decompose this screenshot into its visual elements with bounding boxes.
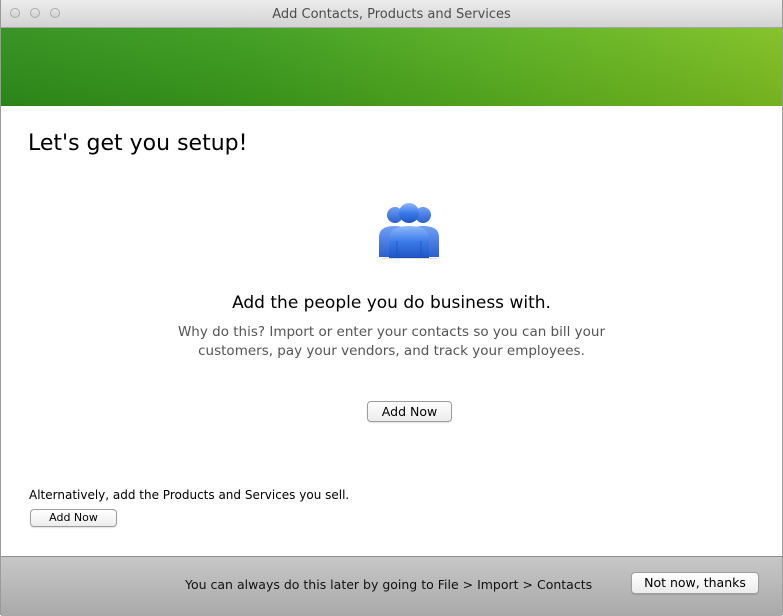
footer-hint-text: You can always do this later by going to… xyxy=(185,577,593,592)
people-group-icon xyxy=(379,203,439,259)
add-contacts-button[interactable]: Add Now xyxy=(367,401,452,422)
alternative-text: Alternatively, add the Products and Serv… xyxy=(29,488,350,502)
not-now-button[interactable]: Not now, thanks xyxy=(631,572,759,594)
section-title: Add the people you do business with. xyxy=(232,293,551,313)
window-title: Add Contacts, Products and Services xyxy=(272,7,511,22)
dialog-window: Add Contacts, Products and Services Let'… xyxy=(0,0,783,616)
title-bar: Add Contacts, Products and Services xyxy=(1,0,782,28)
add-products-button[interactable]: Add Now xyxy=(30,509,117,527)
description-line-1: Why do this? Import or enter your contac… xyxy=(177,324,606,340)
footer-bar: You can always do this later by going to… xyxy=(1,556,782,616)
section-description: Why do this? Import or enter your contac… xyxy=(1,323,782,361)
page-heading: Let's get you setup! xyxy=(28,131,248,156)
description-line-2: customers, pay your vendors, and track y… xyxy=(198,343,585,359)
header-banner xyxy=(1,28,782,106)
